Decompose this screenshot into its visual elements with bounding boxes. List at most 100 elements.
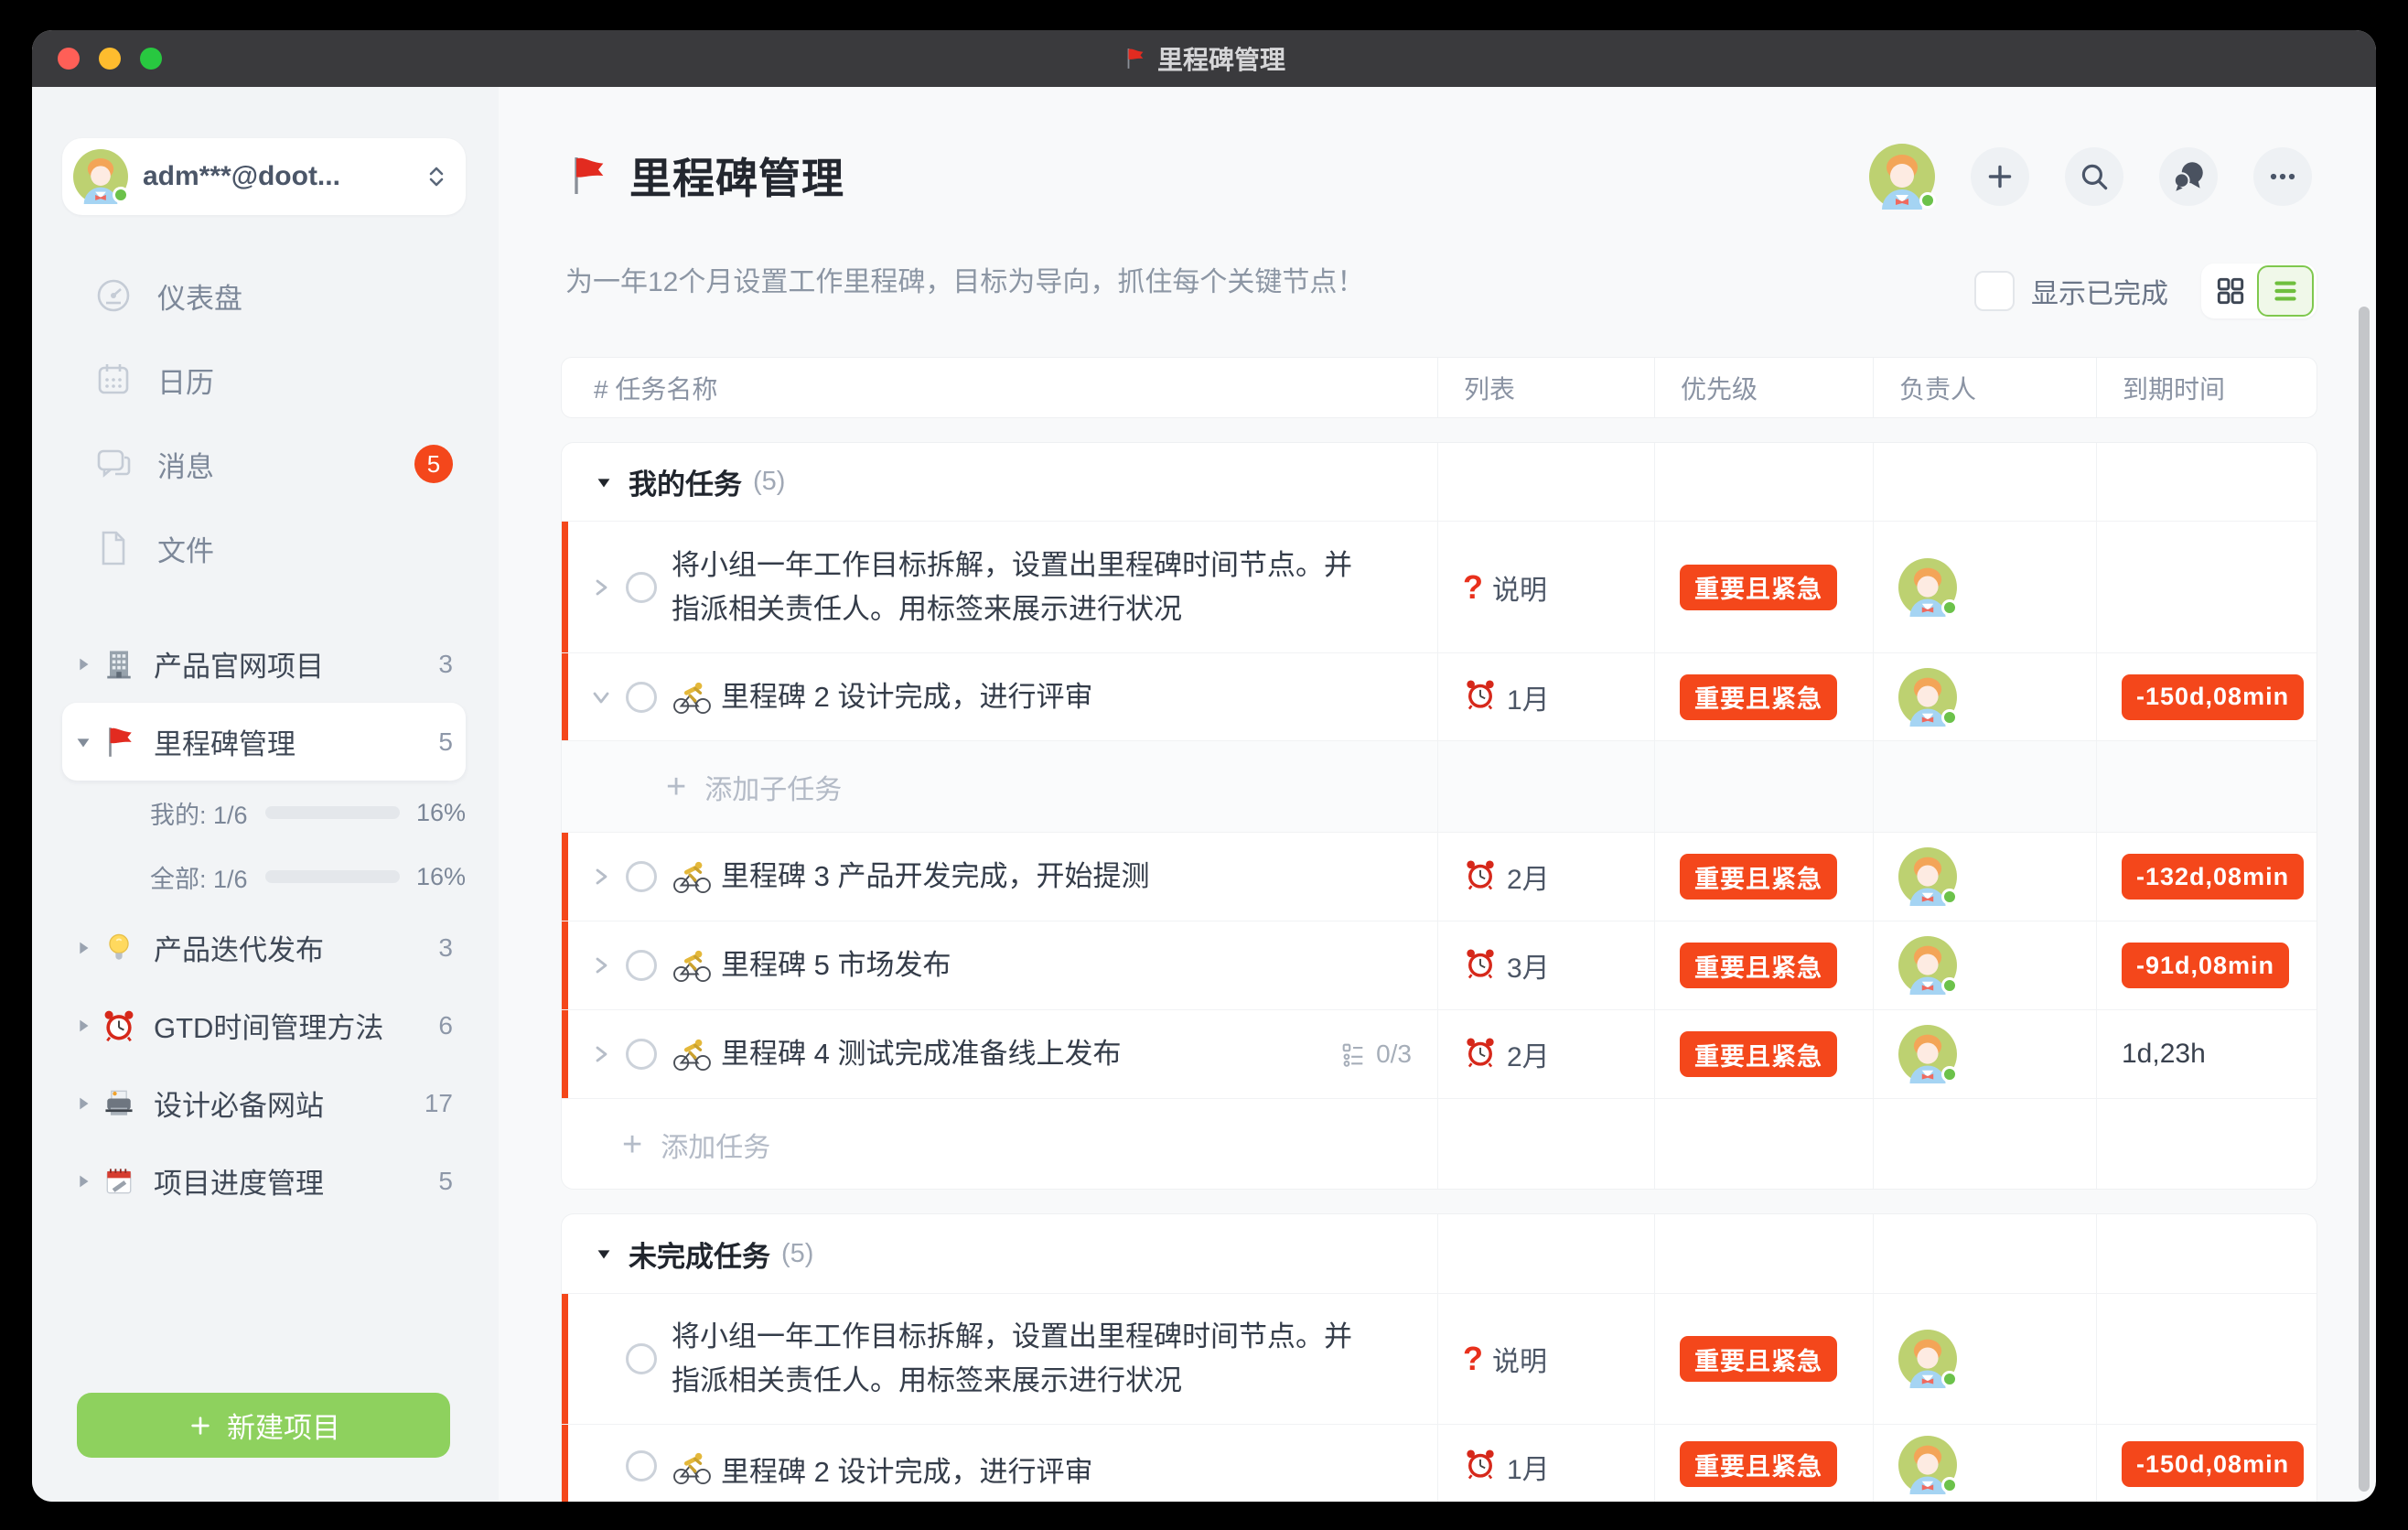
task-title[interactable]: 将小组一年工作目标拆解，设置出里程碑时间节点。并指派相关责任人。用标签来展示进行… (672, 1315, 1376, 1403)
user-avatar[interactable] (1869, 144, 1935, 210)
red-flag-icon (1123, 47, 1146, 70)
expand-chevron-icon[interactable] (589, 1042, 613, 1066)
more-button[interactable] (2253, 147, 2312, 206)
caret-down-icon[interactable] (594, 1244, 614, 1264)
task-row[interactable]: 里程碑 2 设计完成，进行评审 1月 重要且紧急 -150d,08min (562, 652, 2317, 740)
project-item-gtd[interactable]: GTD时间管理方法 6 (62, 986, 466, 1064)
task-title[interactable]: 里程碑 4 测试完成准备线上发布 (721, 1032, 1121, 1076)
project-item-website[interactable]: 产品官网项目 3 (62, 625, 466, 703)
task-checkbox[interactable] (626, 1039, 657, 1070)
add-button[interactable] (1971, 147, 2029, 206)
task-title[interactable]: 里程碑 5 市场发布 (721, 943, 951, 987)
priority-badge[interactable]: 重要且紧急 (1680, 565, 1837, 610)
view-mode-toggle (2201, 264, 2317, 318)
search-button[interactable] (2065, 147, 2123, 206)
project-label: 设计必备网站 (154, 1083, 324, 1124)
list-name[interactable]: 说明 (1492, 567, 1547, 608)
caret-right-icon[interactable] (68, 654, 99, 674)
task-checkbox[interactable] (626, 950, 657, 981)
assignee-avatar[interactable] (1898, 1436, 1957, 1494)
caret-right-icon[interactable] (68, 938, 99, 958)
add-subtask-row[interactable]: + 添加子任务 (562, 740, 2317, 832)
subtask-count: 0/3 (1376, 1040, 1412, 1069)
task-row[interactable]: 里程碑 2 设计完成，进行评审 1月 重要且紧急 -150d,08min (562, 1424, 2317, 1502)
project-item-design-sites[interactable]: 设计必备网站 17 (62, 1064, 466, 1142)
list-view-button[interactable] (2257, 265, 2314, 317)
task-checkbox[interactable] (626, 1450, 657, 1482)
task-row[interactable]: 里程碑 5 市场发布 3月 重要且紧急 -91d,08min (562, 921, 2317, 1009)
task-group-my-tasks: 我的任务 (5) 将小组一年工作目标拆解，设置出里程碑时间节点。并指派相关责任人… (561, 442, 2317, 1190)
priority-badge[interactable]: 重要且紧急 (1680, 943, 1837, 988)
priority-badge[interactable]: 重要且紧急 (1680, 1336, 1837, 1382)
column-priority[interactable]: 优先级 (1654, 358, 1873, 417)
task-title[interactable]: 里程碑 3 产品开发完成，开始提测 (721, 855, 1149, 899)
task-title[interactable]: 将小组一年工作目标拆解，设置出里程碑时间节点。并指派相关责任人。用标签来展示进行… (672, 544, 1376, 631)
collapse-chevron-icon[interactable] (589, 685, 613, 709)
assignee-avatar[interactable] (1898, 558, 1957, 617)
list-name[interactable]: 2月 (1507, 1034, 1550, 1074)
due-time-badge: -150d,08min (2122, 1441, 2304, 1487)
expand-chevron-icon[interactable] (589, 954, 613, 977)
task-checkbox[interactable] (626, 861, 657, 892)
minimize-window-button[interactable] (99, 48, 121, 70)
red-flag-icon (565, 152, 609, 199)
group-header[interactable]: 我的任务 (5) (562, 443, 2317, 521)
board-view-button[interactable] (2204, 266, 2257, 316)
new-project-button[interactable]: 新建项目 (77, 1393, 450, 1458)
sidebar-item-dashboard[interactable]: 仪表盘 (62, 253, 466, 338)
due-time-badge: -150d,08min (2122, 674, 2304, 720)
column-due[interactable]: 到期时间 (2096, 358, 2317, 417)
show-completed-checkbox[interactable] (1974, 271, 2015, 311)
list-name[interactable]: 1月 (1507, 1447, 1550, 1487)
assignee-avatar[interactable] (1898, 1025, 1957, 1083)
caret-right-icon[interactable] (68, 1094, 99, 1114)
messages-button[interactable] (2159, 147, 2218, 206)
scrollbar[interactable] (2359, 307, 2370, 1492)
priority-badge[interactable]: 重要且紧急 (1680, 1441, 1837, 1487)
sidebar-item-messages[interactable]: 消息 5 (62, 422, 466, 506)
caret-down-icon[interactable] (594, 472, 614, 492)
task-row[interactable]: 将小组一年工作目标拆解，设置出里程碑时间节点。并指派相关责任人。用标签来展示进行… (562, 521, 2317, 652)
priority-badge[interactable]: 重要且紧急 (1680, 1031, 1837, 1077)
task-checkbox[interactable] (626, 682, 657, 713)
priority-badge[interactable]: 重要且紧急 (1680, 854, 1837, 900)
account-switcher[interactable]: adm***@doot... (62, 138, 466, 215)
list-name[interactable]: 1月 (1507, 677, 1550, 717)
expand-chevron-icon[interactable] (589, 865, 613, 889)
sidebar-item-calendar[interactable]: 日历 (62, 338, 466, 422)
task-row[interactable]: 里程碑 4 测试完成准备线上发布 0/3 2月 重要且紧急 1d,23h (562, 1009, 2317, 1098)
column-task-name[interactable]: # 任务名称 (562, 358, 1437, 417)
list-name[interactable]: 说明 (1492, 1339, 1547, 1379)
list-name[interactable]: 3月 (1507, 945, 1550, 986)
task-title[interactable]: 里程碑 2 设计完成，进行评审 (721, 675, 1092, 719)
zoom-window-button[interactable] (140, 48, 162, 70)
caret-down-icon[interactable] (68, 732, 99, 752)
group-header[interactable]: 未完成任务 (5) (562, 1214, 2317, 1293)
close-window-button[interactable] (58, 48, 80, 70)
assignee-avatar[interactable] (1898, 936, 1957, 995)
assignee-avatar[interactable] (1898, 847, 1957, 906)
priority-badge[interactable]: 重要且紧急 (1680, 674, 1837, 720)
assignee-avatar[interactable] (1898, 668, 1957, 727)
assignee-avatar[interactable] (1898, 1330, 1957, 1388)
task-row[interactable]: 里程碑 3 产品开发完成，开始提测 2月 重要且紧急 -132d,08min (562, 832, 2317, 921)
column-list[interactable]: 列表 (1437, 358, 1654, 417)
online-status-dot (1941, 889, 1958, 905)
task-title[interactable]: 里程碑 2 设计完成，进行评审 (721, 1450, 1092, 1494)
list-name[interactable]: 2月 (1507, 857, 1550, 897)
caret-right-icon[interactable] (68, 1016, 99, 1036)
expand-chevron-icon[interactable] (589, 576, 613, 599)
project-item-milestone[interactable]: 里程碑管理 5 (62, 703, 466, 781)
task-row[interactable]: 将小组一年工作目标拆解，设置出里程碑时间节点。并指派相关责任人。用标签来展示进行… (562, 1293, 2317, 1424)
task-checkbox[interactable] (626, 572, 657, 603)
plus-icon: + (666, 770, 686, 804)
add-task-row[interactable]: + 添加任务 (562, 1098, 2317, 1190)
project-item-iteration[interactable]: 产品迭代发布 3 (62, 909, 466, 986)
online-status-dot (113, 187, 129, 203)
sidebar-item-files[interactable]: 文件 (62, 506, 466, 590)
task-checkbox[interactable] (626, 1343, 657, 1374)
column-assignee[interactable]: 负责人 (1873, 358, 2096, 417)
caret-right-icon[interactable] (68, 1171, 99, 1191)
alarm-clock-icon (99, 1007, 139, 1044)
project-item-schedule[interactable]: 项目进度管理 5 (62, 1142, 466, 1220)
